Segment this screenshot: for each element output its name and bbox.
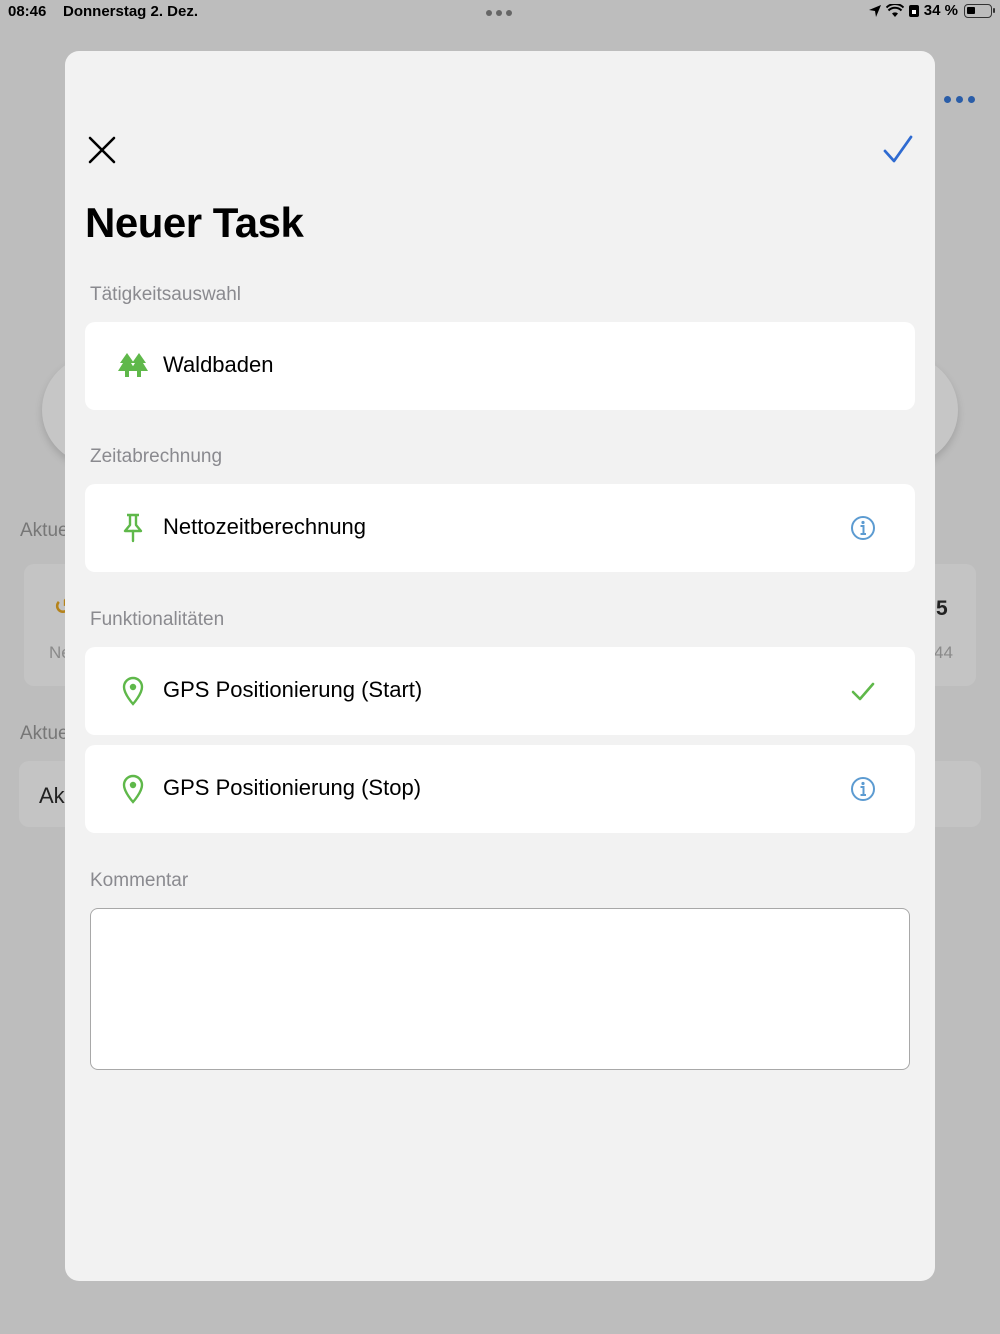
status-bar: 08:46 Donnerstag 2. Dez. 34 % [0,0,1000,24]
section-label-features: Funktionalitäten [90,609,225,630]
page-title: Neuer Task [85,199,304,246]
location-pin-icon [122,676,144,706]
background-stat-value: 5 [936,597,948,620]
status-indicators: 34 % [868,2,995,19]
activity-label: Waldbaden [163,352,274,377]
time-billing-label: Nettozeitberechnung [163,514,367,539]
background-list-item-text: Ak [39,783,65,808]
checkmark-icon [883,135,913,163]
background-stat-label: 44 [934,643,953,662]
close-icon [88,136,116,164]
location-pin-icon [122,774,144,804]
pin-icon [123,513,143,543]
battery-percent: 34 % [923,2,958,19]
lock-rotation-icon [908,4,919,17]
status-date: Donnerstag 2. Dez. [63,3,199,20]
time-billing-row[interactable]: Nettozeitberechnung [85,484,915,572]
checkmark-icon [851,682,875,701]
comment-input[interactable] [90,908,910,1070]
close-button[interactable] [85,133,119,167]
wifi-icon [885,3,904,17]
battery-icon [964,3,995,18]
new-task-sheet: Neuer Task Tätigkeitsauswahl Waldbaden Z… [65,51,935,1281]
confirm-button[interactable] [881,133,915,167]
more-options-icon[interactable] [944,96,975,103]
feature-row-gps-start[interactable]: GPS Positionierung (Start) [85,647,915,735]
trees-icon [118,353,148,377]
background-section-label: Aktue [20,520,69,541]
info-icon[interactable] [850,515,876,541]
location-arrow-icon [868,4,881,17]
background-section-label: Aktue [20,723,69,744]
section-label-comment: Kommentar [90,870,189,891]
status-time: 08:46 [8,3,47,20]
feature-row-gps-stop[interactable]: GPS Positionierung (Stop) [85,745,915,833]
section-label-activity: Tätigkeitsauswahl [90,284,242,305]
activity-selector[interactable]: Waldbaden [85,322,915,410]
info-icon[interactable] [850,776,876,802]
multitasking-dots-icon[interactable] [486,10,512,16]
feature-label: GPS Positionierung (Stop) [163,775,422,800]
section-label-time: Zeitabrechnung [90,446,223,467]
feature-label: GPS Positionierung (Start) [163,677,423,702]
